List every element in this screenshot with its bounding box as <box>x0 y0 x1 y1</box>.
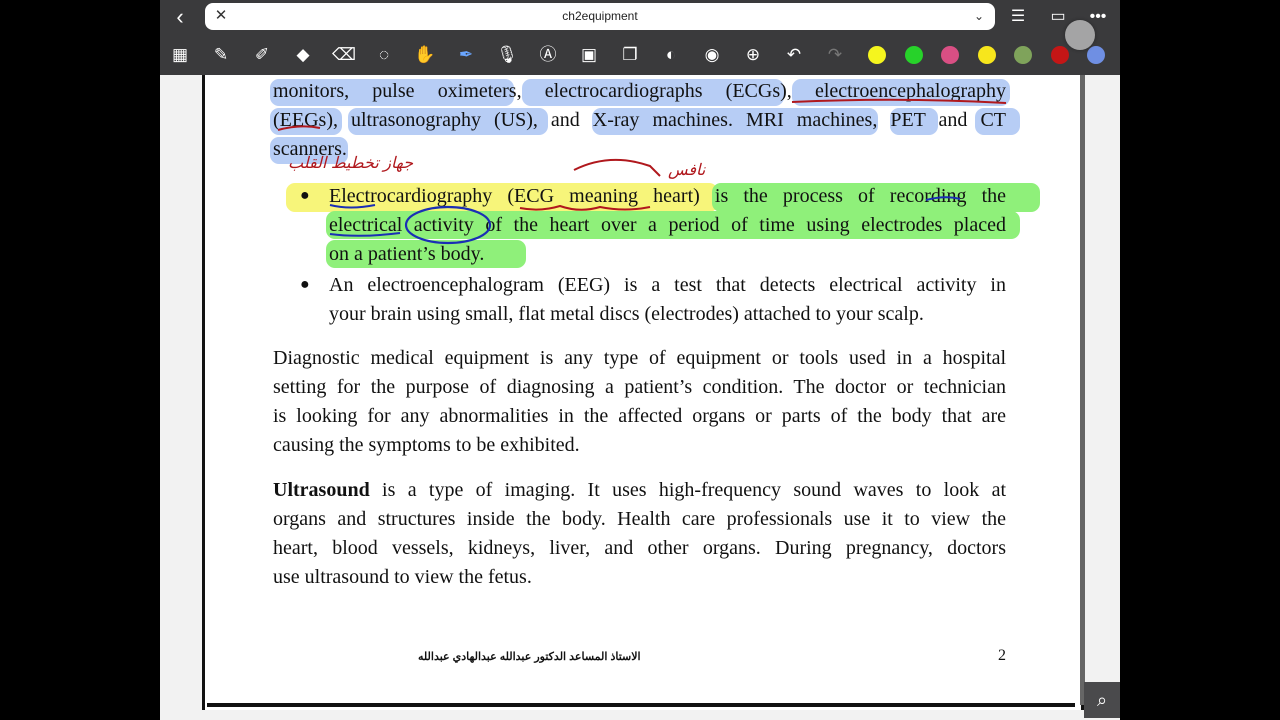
ink-annotations <box>277 98 1007 245</box>
zoom-icon[interactable]: ⌕ <box>1084 682 1120 718</box>
app-window: ‹ ✕ ch2equipment ⌄ ☰ ▭ ••• ▦ ✎ ✐ ◆ ⌫ ◌ ✋… <box>160 0 1120 720</box>
ink-stroke-blue <box>925 196 961 201</box>
ink-circle-blue <box>404 205 492 245</box>
ink-underline-red <box>519 204 651 211</box>
ink-stroke-red <box>791 98 1007 104</box>
ink-stroke-blue <box>329 204 376 209</box>
ink-stroke-red <box>277 125 321 131</box>
ink-stroke-blue <box>329 232 401 237</box>
ink-arrow-red <box>573 158 661 177</box>
